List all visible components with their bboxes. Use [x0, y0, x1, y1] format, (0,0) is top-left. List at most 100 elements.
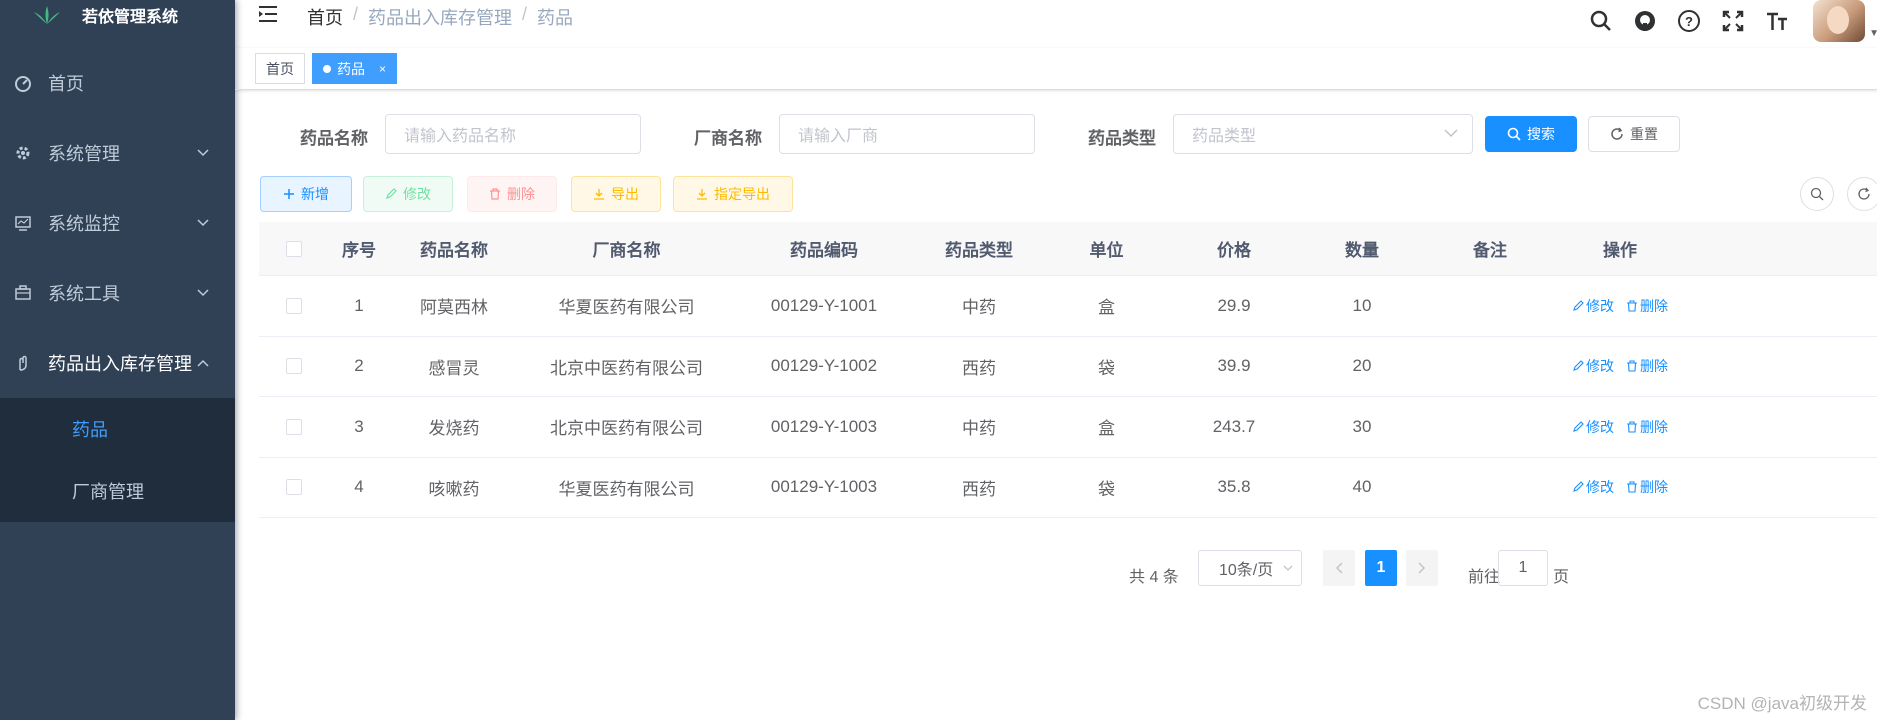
row-edit-button[interactable]: 修改	[1572, 356, 1614, 376]
table-cell: 盒	[1098, 298, 1115, 318]
placeholder: 药品类型	[1192, 128, 1257, 145]
sidebar-item-label: 系统工具	[48, 284, 120, 304]
table-cell: 华夏医药有限公司	[558, 479, 695, 499]
row-delete-button[interactable]: 删除	[1626, 417, 1668, 437]
drug-name-input[interactable]: 请输入药品名称	[385, 114, 641, 154]
row-checkbox[interactable]	[286, 358, 302, 375]
sidebar-subitem-drugs[interactable]: 药品	[0, 398, 235, 460]
trash-icon	[1627, 481, 1637, 493]
table-row: 3 发烧药 北京中医药有限公司 00129-Y-1003 中药 盒 243.7 30 修改 删除	[259, 397, 1877, 458]
sidebar-item-system[interactable]: 系统管理	[0, 118, 235, 188]
table-body: 1 阿莫西林 华夏医药有限公司 00129-Y-1001 中药盒 29.9 10 修改 删除 2 感…	[259, 276, 1877, 518]
avatar[interactable]	[1813, 0, 1865, 42]
row-delete-button[interactable]: 删除	[1626, 296, 1668, 316]
table-cell: 袋	[1098, 358, 1115, 378]
download-icon	[593, 188, 605, 200]
sidebar-item-home[interactable]: 首页	[0, 48, 235, 118]
font-size-icon[interactable]	[1763, 7, 1791, 35]
row-edit-label: 修改	[1586, 297, 1614, 314]
chevron-down-icon	[197, 219, 209, 227]
row-checkbox[interactable]	[286, 479, 302, 496]
row-delete-button[interactable]: 删除	[1626, 477, 1668, 497]
refresh-table-button[interactable]	[1847, 177, 1877, 211]
prev-page-button[interactable]	[1323, 550, 1355, 586]
row-edit-button[interactable]: 修改	[1572, 477, 1614, 497]
gear-icon	[12, 142, 34, 164]
add-button[interactable]: 新增	[260, 176, 352, 212]
export-button[interactable]: 导出	[571, 176, 661, 212]
placeholder: 请输入厂商	[798, 128, 879, 145]
sidebar-subitem-label: 厂商管理	[72, 482, 144, 502]
help-icon[interactable]: ?	[1675, 7, 1703, 35]
row-edit-button[interactable]: 修改	[1572, 296, 1614, 316]
search-icon[interactable]	[1587, 7, 1615, 35]
breadcrumb-module[interactable]: 药品出入库存管理	[368, 4, 512, 30]
button-label: 导出	[611, 186, 639, 202]
search-button[interactable]: 搜索	[1485, 116, 1577, 152]
row-edit-label: 修改	[1586, 479, 1614, 496]
table-cell: 10	[1352, 295, 1372, 315]
row-checkbox[interactable]	[286, 297, 302, 314]
github-icon[interactable]	[1631, 7, 1659, 35]
tag-home[interactable]: 首页	[255, 53, 305, 84]
table-cell: 4	[354, 477, 364, 497]
table-row: 1 阿莫西林 华夏医药有限公司 00129-Y-1001 中药 盒 29.9 10 修改 删除	[259, 276, 1877, 337]
right-menu: ? ▼	[1571, 0, 1877, 42]
table-cell: 中药	[962, 298, 996, 318]
row-edit-button[interactable]: 修改	[1572, 417, 1614, 437]
vendor-name-input[interactable]: 请输入厂商	[779, 114, 1035, 154]
drug-type-select[interactable]: 药品类型	[1173, 114, 1473, 154]
select-all-checkbox[interactable]	[286, 240, 302, 257]
goto-page-input[interactable]: 1	[1498, 550, 1548, 586]
edit-button[interactable]: 修改	[363, 176, 453, 212]
close-icon[interactable]: ×	[379, 62, 386, 76]
button-label: 删除	[507, 186, 535, 202]
breadcrumb-home[interactable]: 首页	[307, 4, 343, 30]
sidebar-item-label: 首页	[48, 74, 84, 94]
table-cell: 40	[1352, 477, 1372, 497]
hand-icon	[12, 352, 34, 374]
logo[interactable]: 若依管理系统	[0, 0, 235, 30]
active-dot-icon	[323, 64, 331, 73]
reset-button[interactable]: 重置	[1588, 116, 1680, 152]
sidebar: 若依管理系统 首页 系统管理 系统监控 系统工具 药品出入库存管理 药品 厂商管…	[0, 0, 235, 720]
column-header: 备注	[1473, 241, 1507, 260]
page-suffix: 页	[1553, 569, 1570, 586]
drug-table: 序号 药品名称 厂商名称 药品编码 药品类型 单位 价格 数量 备注 操作 1 阿…	[259, 222, 1877, 518]
sidebar-item-monitor[interactable]: 系统监控	[0, 188, 235, 258]
fullscreen-icon[interactable]	[1719, 7, 1747, 35]
page-number-current[interactable]: 1	[1365, 550, 1397, 586]
page-size-select[interactable]: 10条/页	[1198, 550, 1302, 586]
row-actions: 修改 删除	[1555, 477, 1685, 497]
toggle-search-button[interactable]	[1800, 177, 1834, 211]
tag-label: 药品	[337, 60, 365, 77]
row-delete-label: 删除	[1640, 358, 1668, 375]
button-label: 搜索	[1527, 126, 1555, 142]
chevron-left-icon	[1335, 562, 1343, 574]
sidebar-item-drug-inventory[interactable]: 药品出入库存管理	[0, 328, 235, 398]
breadcrumb-separator: /	[353, 4, 359, 24]
vendor-name-label: 厂商名称	[694, 129, 762, 148]
delete-button[interactable]: 删除	[467, 176, 557, 212]
sidebar-subitem-vendors[interactable]: 厂商管理	[0, 460, 235, 522]
main-content: 药品名称 请输入药品名称 厂商名称 请输入厂商 药品类型 药品类型 搜索 重置 …	[235, 90, 1877, 720]
placeholder: 请输入药品名称	[404, 128, 517, 145]
edit-icon	[385, 188, 397, 200]
actions-cell: 修改 删除	[1555, 477, 1685, 497]
row-checkbox[interactable]	[286, 418, 302, 435]
trash-icon	[1627, 421, 1637, 433]
caret-down-icon[interactable]: ▼	[1869, 28, 1877, 39]
hamburger-icon[interactable]	[257, 4, 279, 27]
tag-drugs[interactable]: 药品 ×	[312, 53, 398, 84]
edit-icon	[1573, 299, 1584, 311]
row-delete-label: 删除	[1640, 418, 1668, 435]
breadcrumb-current: 药品	[537, 8, 574, 28]
export-selected-button[interactable]: 指定导出	[673, 176, 793, 212]
next-page-button[interactable]	[1406, 550, 1438, 586]
table-cell: 西药	[962, 479, 996, 499]
sidebar-item-tools[interactable]: 系统工具	[0, 258, 235, 328]
chevron-up-icon	[197, 359, 209, 367]
row-delete-button[interactable]: 删除	[1626, 356, 1668, 376]
select-cell	[259, 479, 329, 496]
page-size-value: 10条/页	[1219, 562, 1274, 579]
